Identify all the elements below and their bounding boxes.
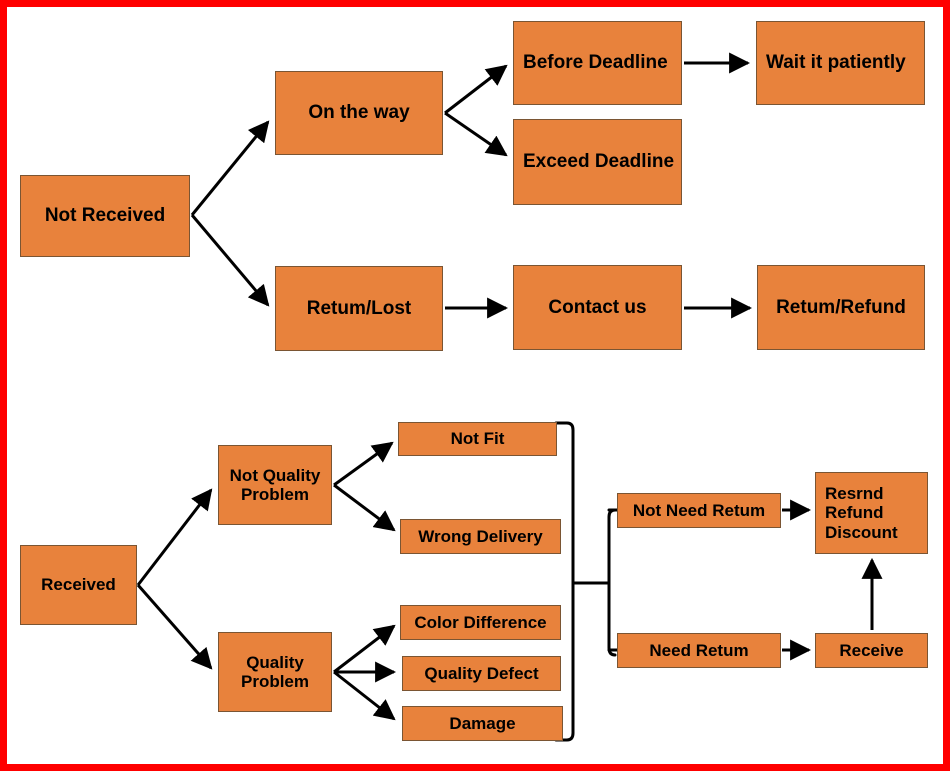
node-retum-refund[interactable]: Retum/Refund <box>757 265 925 350</box>
node-not-fit[interactable]: Not Fit <box>398 422 557 456</box>
node-damage[interactable]: Damage <box>402 706 563 741</box>
node-wait-it-patiently[interactable]: Wait it patiently <box>756 21 925 105</box>
edge-received-to-not-quality <box>136 488 213 586</box>
edge-on-the-way-to-before-deadline <box>444 64 508 115</box>
merge-bracket-reasons <box>554 421 575 742</box>
edge-quality-to-damage <box>333 670 396 721</box>
node-contact-us[interactable]: Contact us <box>513 265 682 350</box>
split-bracket-return-decision <box>607 508 617 657</box>
edge-not-received-to-on-the-way <box>190 120 270 216</box>
edge-received-to-quality <box>136 584 213 670</box>
node-retum-lost[interactable]: Retum/Lost <box>275 266 443 351</box>
node-exceed-deadline[interactable]: Exceed Deadline <box>513 119 682 205</box>
edge-not-quality-to-wrong-delivery <box>333 483 396 532</box>
edge-quality-to-color-difference <box>333 624 396 674</box>
node-not-received[interactable]: Not Received <box>20 175 190 257</box>
node-on-the-way[interactable]: On the way <box>275 71 443 155</box>
edge-not-received-to-retum-lost <box>190 214 270 307</box>
edge-on-the-way-to-exceed-deadline <box>444 111 508 157</box>
node-before-deadline[interactable]: Before Deadline <box>513 21 682 105</box>
node-receive[interactable]: Receive <box>815 633 928 668</box>
node-need-retum[interactable]: Need Retum <box>617 633 781 668</box>
node-not-need-retum[interactable]: Not Need Retum <box>617 493 781 528</box>
node-resrnd-refund-discount[interactable]: Resrnd Refund Discount <box>815 472 928 554</box>
node-color-difference[interactable]: Color Difference <box>400 605 561 640</box>
node-quality-defect[interactable]: Quality Defect <box>402 656 561 691</box>
node-quality-problem[interactable]: Quality Problem <box>218 632 332 712</box>
node-not-quality-problem[interactable]: Not Quality Problem <box>218 445 332 525</box>
node-received[interactable]: Received <box>20 545 137 625</box>
edge-not-quality-to-not-fit <box>333 441 394 487</box>
node-wrong-delivery[interactable]: Wrong Delivery <box>400 519 561 554</box>
flowchart-canvas: Not Received On the way Before Deadline … <box>0 0 950 771</box>
